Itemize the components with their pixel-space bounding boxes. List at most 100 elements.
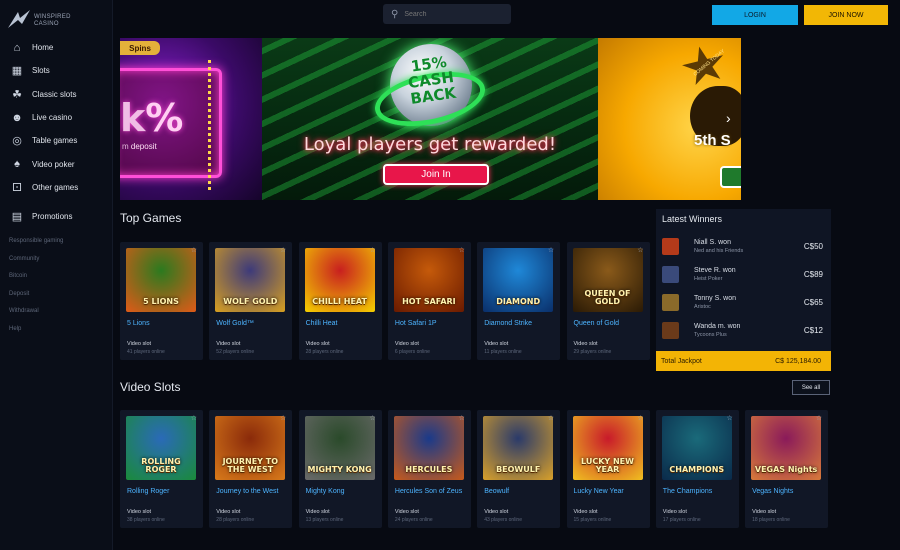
game-name[interactable]: Lucky New Year xyxy=(574,487,648,496)
favorite-star-icon[interactable]: ☆ xyxy=(369,246,375,254)
game-thumbnail[interactable]: CHAMPIONS xyxy=(661,416,732,480)
sidebar-link-bitcoin[interactable]: Bitcoin xyxy=(0,267,113,285)
banner-slide-right[interactable]: COMING TODAY › 5th S xyxy=(598,38,741,200)
winner-row[interactable]: Steve R. won Heist Poker C$89 xyxy=(662,265,827,289)
sidebar-link-help[interactable]: Help xyxy=(0,320,113,338)
sidebar-item-other-games[interactable]: ⚀ Other games xyxy=(0,176,113,199)
game-card[interactable]: 5 LIONS ☆ 5 Lions Video slot 41 players onli… xyxy=(120,242,203,360)
game-name[interactable]: Hercules Son of Zeus xyxy=(395,487,469,496)
game-name[interactable]: Vegas Nights xyxy=(752,487,826,496)
game-name[interactable]: Journey to the West xyxy=(216,487,290,496)
sidebar-item-promotions[interactable]: ▤ Promotions xyxy=(0,205,113,228)
search-bar[interactable]: ⚲ xyxy=(383,4,511,24)
favorite-star-icon[interactable]: ☆ xyxy=(280,414,286,422)
game-name[interactable]: Chilli Heat xyxy=(306,319,380,328)
banner-join-button[interactable]: Join In xyxy=(383,164,489,185)
search-input[interactable] xyxy=(404,10,500,18)
game-thumbnail[interactable]: LUCKY NEW YEAR xyxy=(572,416,643,480)
favorite-star-icon[interactable]: ☆ xyxy=(727,414,733,422)
video-slots-title: Video Slots xyxy=(120,380,181,394)
game-art-title: CHAMPIONS xyxy=(669,465,725,474)
game-thumbnail[interactable]: WOLF GOLD xyxy=(215,248,286,312)
sidebar-item-classic-slots[interactable]: ☘ Classic slots xyxy=(0,83,113,106)
favorite-star-icon[interactable]: ☆ xyxy=(191,414,197,422)
game-name[interactable]: Hot Safari 1P xyxy=(395,319,469,328)
winner-amount: C$89 xyxy=(803,270,823,279)
game-thumbnail[interactable]: CHILLI HEAT xyxy=(304,248,375,312)
game-card[interactable]: VEGAS Nights ☆ Vegas Nights Video slot 18 pl… xyxy=(745,410,829,528)
game-name[interactable]: The Champions xyxy=(663,487,737,496)
winner-row[interactable]: Niall S. won Ned and his Friends C$50 xyxy=(662,237,827,261)
see-all-button[interactable]: See all xyxy=(792,380,830,395)
favorite-star-icon[interactable]: ☆ xyxy=(191,246,197,254)
game-thumbnail[interactable]: HOT SAFARI xyxy=(393,248,464,312)
sidebar-item-live-casino[interactable]: ☻ Live casino xyxy=(0,106,113,129)
game-card[interactable]: WOLF GOLD ☆ Wolf Gold™ Video slot 52 players… xyxy=(209,242,293,360)
favorite-star-icon[interactable]: ☆ xyxy=(816,414,822,422)
favorite-star-icon[interactable]: ☆ xyxy=(548,414,554,422)
favorite-star-icon[interactable]: ☆ xyxy=(369,414,375,422)
bonus-sub: m deposit xyxy=(122,142,157,151)
game-name[interactable]: Beowulf xyxy=(484,487,558,496)
game-type: Video slot xyxy=(216,341,241,347)
game-thumbnail[interactable]: DIAMOND xyxy=(483,248,554,312)
game-card[interactable]: LUCKY NEW YEAR ☆ Lucky New Year Video slot 1… xyxy=(566,410,650,528)
sidebar-link-deposit[interactable]: Deposit xyxy=(0,285,113,303)
favorite-star-icon[interactable]: ☆ xyxy=(637,246,643,254)
game-name[interactable]: Rolling Roger xyxy=(127,487,201,496)
game-name[interactable]: Diamond Strike xyxy=(484,319,558,328)
winner-row[interactable]: Wanda m. won Tycoons Plus C$12 xyxy=(662,321,827,345)
game-card[interactable]: QUEEN OF GOLD ☆ Queen of Gold Video slot 29 … xyxy=(566,242,650,360)
sidebar-link-community[interactable]: Community xyxy=(0,250,113,268)
sidebar-link-withdrawal[interactable]: Withdrawal xyxy=(0,302,113,320)
banner-slide-center[interactable]: 15% CASH BACK Loyal players get rewarded… xyxy=(262,38,598,200)
game-name[interactable]: Queen of Gold xyxy=(574,319,648,328)
game-card[interactable]: ROLLING ROGER ☆ Rolling Roger Video slot 38 … xyxy=(120,410,203,528)
sidebar-item-home[interactable]: ⌂ Home xyxy=(0,36,113,59)
favorite-star-icon[interactable]: ☆ xyxy=(637,414,643,422)
chevron-right-icon[interactable]: › xyxy=(726,110,738,128)
game-card[interactable]: CHILLI HEAT ☆ Chilli Heat Video slot 28 play… xyxy=(298,242,382,360)
game-card[interactable]: MIGHTY KONG ☆ Mighty Kong Video slot 13 play… xyxy=(298,410,382,528)
game-card[interactable]: HERCULES ☆ Hercules Son of Zeus Video slot 2… xyxy=(387,410,471,528)
favorite-star-icon[interactable]: ☆ xyxy=(548,246,554,254)
game-card[interactable]: JOURNEY TO THE WEST ☆ Journey to the West V… xyxy=(209,410,293,528)
game-thumbnail[interactable]: HERCULES xyxy=(393,416,464,480)
game-thumbnail[interactable]: QUEEN OF GOLD xyxy=(572,248,643,312)
banner-slide-left[interactable]: Spins k% m deposit xyxy=(120,38,262,200)
favorite-star-icon[interactable]: ☆ xyxy=(459,414,465,422)
game-name[interactable]: 5 Lions xyxy=(127,319,201,328)
game-thumbnail-icon xyxy=(662,322,679,339)
game-card[interactable]: HOT SAFARI ☆ Hot Safari 1P Video slot 6 play… xyxy=(387,242,471,360)
banner-right-button[interactable] xyxy=(720,166,741,188)
players-online: 28 players online xyxy=(216,517,255,523)
cards-icon: ♠ xyxy=(14,158,20,171)
sidebar-item-label: Slots xyxy=(32,66,50,76)
sidebar-item-slots[interactable]: ▦ Slots xyxy=(0,59,113,82)
login-button[interactable]: LOGIN xyxy=(712,5,798,25)
game-name[interactable]: Wolf Gold™ xyxy=(216,319,290,328)
game-thumbnail[interactable]: ROLLING ROGER xyxy=(126,416,196,480)
favorite-star-icon[interactable]: ☆ xyxy=(459,246,465,254)
players-online: 17 players online xyxy=(662,517,701,523)
sidebar-item-video-poker[interactable]: ♠ Video poker xyxy=(0,152,113,175)
game-thumbnail[interactable]: BEOWULF xyxy=(483,416,554,480)
game-thumbnail[interactable]: MIGHTY KONG xyxy=(304,416,375,480)
game-thumbnail[interactable]: JOURNEY TO THE WEST xyxy=(215,416,286,480)
players-online: 29 players online xyxy=(573,349,612,355)
join-now-button[interactable]: JOIN NOW xyxy=(804,5,888,25)
site-logo[interactable]: WINSPIRED CASINO xyxy=(6,8,76,34)
favorite-star-icon[interactable]: ☆ xyxy=(280,246,286,254)
promo-banner[interactable]: Spins k% m deposit 15% CASH BACK Loyal p… xyxy=(120,38,741,200)
winner-row[interactable]: Tonny S. won Aristoc C$65 xyxy=(662,293,827,317)
winner-game: Tycoons Plus xyxy=(694,332,727,338)
game-name[interactable]: Mighty Kong xyxy=(306,487,380,496)
game-thumbnail[interactable]: 5 LIONS xyxy=(126,248,196,312)
sidebar-link-responsible-gaming[interactable]: Responsible gaming xyxy=(0,232,113,250)
game-thumbnail[interactable]: VEGAS Nights xyxy=(751,416,822,480)
game-art-title: LUCKY NEW YEAR xyxy=(581,457,634,474)
sidebar-item-table-games[interactable]: ◎ Table games xyxy=(0,129,113,152)
game-card[interactable]: DIAMOND ☆ Diamond Strike Video slot 11 playe… xyxy=(477,242,561,360)
game-card[interactable]: BEOWULF ☆ Beowulf Video slot 43 players onli… xyxy=(477,410,561,528)
game-card[interactable]: CHAMPIONS ☆ The Champions Video slot 17 play… xyxy=(655,410,739,528)
